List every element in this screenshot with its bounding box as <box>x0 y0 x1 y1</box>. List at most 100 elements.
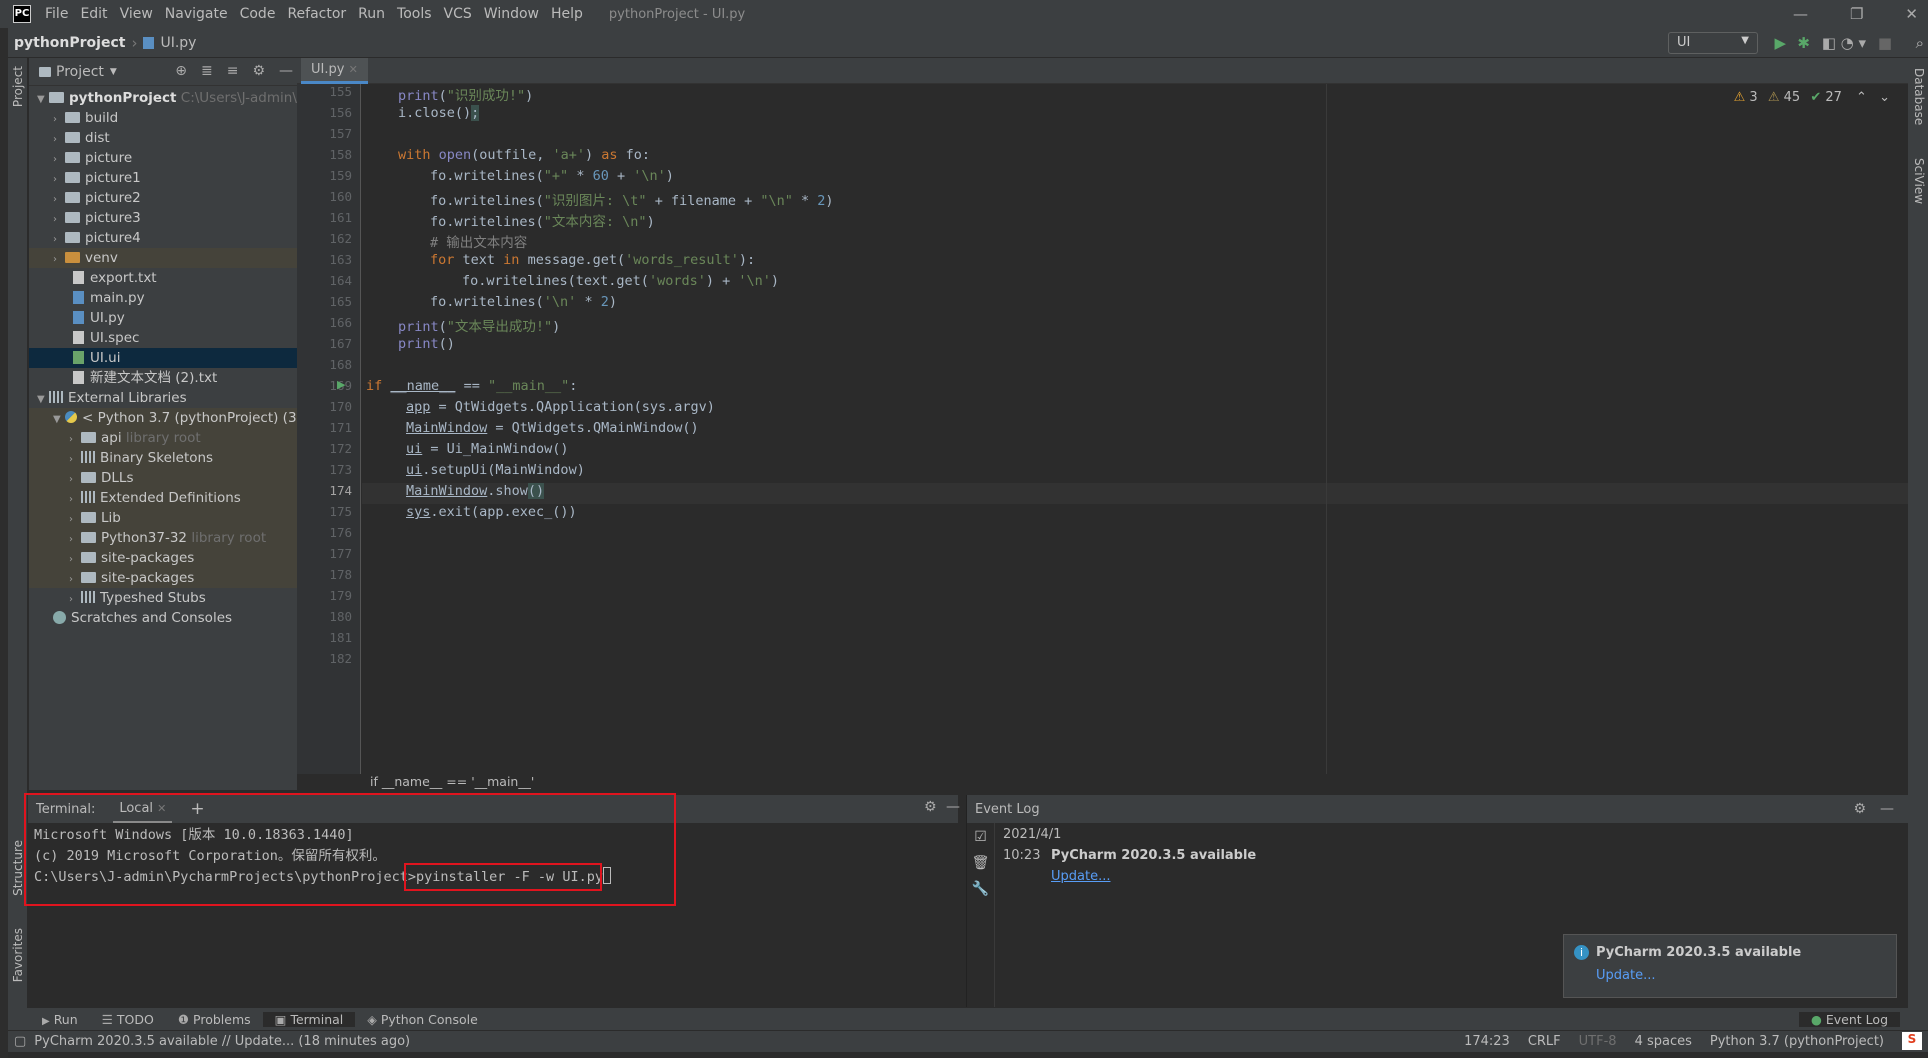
tab-todo[interactable]: ☰ TODO <box>90 1012 166 1027</box>
line-number: 162 <box>329 231 352 246</box>
menu-run[interactable]: Run <box>352 6 391 22</box>
debug-icon[interactable]: ✱ <box>1797 34 1810 52</box>
tree-item-main-py[interactable]: main.py <box>29 288 297 308</box>
editor-breadcrumb[interactable]: if __name__ == '__main__' <box>362 774 1908 792</box>
structure-tool-tab[interactable]: Structure <box>11 840 25 896</box>
file-encoding[interactable]: UTF-8 <box>1579 1034 1617 1049</box>
tree-item-new-text-doc[interactable]: 新建文本文档 (2).txt <box>29 368 297 388</box>
menu-file[interactable]: File <box>39 6 74 22</box>
ime-icon[interactable]: S <box>1902 1032 1922 1050</box>
line-number: 173 <box>329 462 352 477</box>
line-number: 166 <box>329 315 352 330</box>
status-bar: ▢ PyCharm 2020.3.5 available // Update..… <box>8 1030 1928 1052</box>
menu-refactor[interactable]: Refactor <box>281 6 352 22</box>
tree-item-picture2[interactable]: › picture2 <box>29 188 297 208</box>
collapse-all-icon[interactable]: ≡ <box>227 63 239 79</box>
tree-lib-lib[interactable]: › Lib <box>29 508 297 528</box>
notification-update-link[interactable]: Update... <box>1596 968 1655 983</box>
tree-lib-extended-definitions[interactable]: › Extended Definitions <box>29 488 297 508</box>
line-separator[interactable]: CRLF <box>1528 1034 1561 1049</box>
run-gutter-icon[interactable]: ▶ <box>337 378 345 391</box>
tree-item-dist[interactable]: › dist <box>29 128 297 148</box>
tree-item-venv[interactable]: › venv <box>29 248 297 268</box>
minimize-icon[interactable]: — <box>1793 5 1808 23</box>
project-view-select[interactable]: Project <box>56 64 104 80</box>
run-icon[interactable]: ▶ <box>1774 34 1786 52</box>
tree-python-sdk[interactable]: ▼< Python 3.7 (pythonProject) (3) > C <box>29 408 297 428</box>
event-update-link[interactable]: Update... <box>1051 869 1110 884</box>
menu-window[interactable]: Window <box>478 6 545 22</box>
tab-terminal[interactable]: ▣ Terminal <box>262 1011 356 1027</box>
tree-scratches[interactable]: Scratches and Consoles <box>29 608 297 628</box>
tree-lib-typeshed-stubs[interactable]: › Typeshed Stubs <box>29 588 297 608</box>
tree-lib-site-packages-2[interactable]: › site-packages <box>29 568 297 588</box>
gear-icon[interactable]: ⚙ <box>1853 801 1866 817</box>
tab-ui-py[interactable]: UI.py ✕ <box>301 58 368 84</box>
chevron-down-icon[interactable]: ▼ <box>110 67 117 77</box>
mark-read-icon[interactable]: ☑ <box>967 829 994 845</box>
tree-lib-binary-skeletons[interactable]: › Binary Skeletons <box>29 448 297 468</box>
trash-icon[interactable]: 🗑 <box>967 855 994 871</box>
hide-icon[interactable]: — <box>1880 801 1894 817</box>
tree-lib-python37[interactable]: › Python37-32 library root <box>29 528 297 548</box>
tree-external-libraries[interactable]: ▼ External Libraries <box>29 388 297 408</box>
hide-icon[interactable]: — <box>279 63 293 79</box>
terminal-gear-icon[interactable]: ⚙ <box>924 799 937 815</box>
tab-python-console[interactable]: ◈ Python Console <box>355 1012 490 1027</box>
search-icon[interactable]: ⌕ <box>1916 34 1924 52</box>
code-line: MainWindow = QtWidgets.QMainWindow() <box>406 420 699 436</box>
interpreter[interactable]: Python 3.7 (pythonProject) <box>1710 1034 1884 1049</box>
menu-edit[interactable]: Edit <box>74 6 113 22</box>
restore-icon[interactable]: ❐ <box>1850 5 1863 23</box>
code-editor[interactable]: print("识别成功!") i.close(); with open(outf… <box>362 84 1908 774</box>
expand-all-icon[interactable]: ≣ <box>201 63 213 79</box>
tree-item-ui-spec[interactable]: UI.spec <box>29 328 297 348</box>
menu-help[interactable]: Help <box>545 6 589 22</box>
tree-item-picture4[interactable]: › picture4 <box>29 228 297 248</box>
project-tool-tab[interactable]: Project <box>11 66 25 107</box>
menu-view[interactable]: View <box>114 6 159 22</box>
status-toggle-icon[interactable]: ▢ <box>14 1034 26 1049</box>
breadcrumb-project[interactable]: pythonProject <box>8 35 131 51</box>
breadcrumb-file[interactable]: UI.py <box>154 35 202 51</box>
tree-item-picture3[interactable]: › picture3 <box>29 208 297 228</box>
profile-icon[interactable]: ◔ ▾ <box>1841 34 1866 52</box>
caret-position[interactable]: 174:23 <box>1464 1034 1510 1049</box>
database-tool-tab[interactable]: Database <box>1912 68 1926 125</box>
tree-item-picture1[interactable]: › picture1 <box>29 168 297 188</box>
tree-item-export-txt[interactable]: export.txt <box>29 268 297 288</box>
code-line: ui = Ui_MainWindow() <box>406 441 569 457</box>
tree-lib-api[interactable]: › api library root <box>29 428 297 448</box>
run-configuration-select[interactable]: UI ▼ <box>1668 32 1758 54</box>
tree-root[interactable]: ▼pythonProject C:\Users\J-admin\Pych <box>29 88 297 108</box>
tab-run[interactable]: ▶ Run <box>30 1012 90 1027</box>
tree-item-ui-ui[interactable]: UI.ui <box>29 348 297 368</box>
favorites-tool-tab[interactable]: Favorites <box>11 928 25 982</box>
locate-icon[interactable]: ⊕ <box>175 63 187 79</box>
stop-icon[interactable]: ■ <box>1878 34 1892 52</box>
tab-event-log[interactable]: ● Event Log <box>1798 1011 1900 1027</box>
menu-vcs[interactable]: VCS <box>438 6 478 22</box>
coverage-icon[interactable]: ◧ <box>1822 34 1836 52</box>
inspection-widget[interactable]: ⚠ 3 ⚠ 45 ✔ 27 ⌃ ⌄ <box>1734 90 1890 105</box>
close-icon[interactable]: ✕ <box>1905 5 1918 23</box>
notification-title: PyCharm 2020.3.5 available <box>1596 945 1802 960</box>
tree-lib-dlls[interactable]: › DLLs <box>29 468 297 488</box>
line-number: 164 <box>329 273 352 288</box>
menu-bar: PC File Edit View Navigate Code Refactor… <box>0 0 1928 28</box>
tree-lib-site-packages[interactable]: › site-packages <box>29 548 297 568</box>
terminal-hide-icon[interactable]: — <box>946 799 960 815</box>
tree-item-picture[interactable]: › picture <box>29 148 297 168</box>
tab-problems[interactable]: ❶ Problems <box>166 1012 263 1027</box>
close-tab-icon[interactable]: ✕ <box>349 63 358 76</box>
indent-setting[interactable]: 4 spaces <box>1635 1034 1692 1049</box>
wrench-icon[interactable]: 🔧 <box>967 881 994 897</box>
menu-navigate[interactable]: Navigate <box>159 6 234 22</box>
sciview-tool-tab[interactable]: SciView <box>1912 158 1926 204</box>
tree-item-ui-py[interactable]: UI.py <box>29 308 297 328</box>
menu-code[interactable]: Code <box>234 6 282 22</box>
gear-icon[interactable]: ⚙ <box>252 63 265 79</box>
tree-item-build[interactable]: › build <box>29 108 297 128</box>
status-message[interactable]: PyCharm 2020.3.5 available // Update... … <box>34 1034 410 1049</box>
menu-tools[interactable]: Tools <box>391 6 438 22</box>
